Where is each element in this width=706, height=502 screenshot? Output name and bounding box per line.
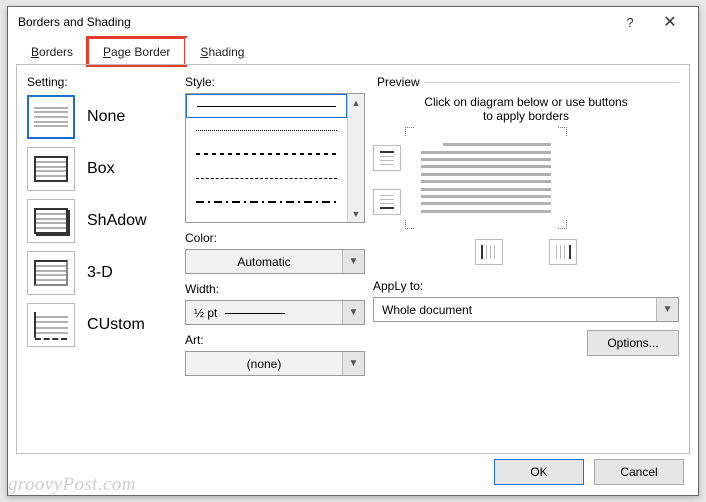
help-button[interactable]: ? xyxy=(610,7,650,37)
setting-custom-label: CUstom xyxy=(87,316,145,334)
width-label: Width: xyxy=(185,282,365,296)
chevron-down-icon: ▼ xyxy=(342,250,364,273)
art-dropdown[interactable]: (none) ▼ xyxy=(185,351,365,376)
preview-diagram-area xyxy=(373,133,679,223)
setting-shadow-label: ShAdow xyxy=(87,212,147,230)
style-dashed-fine[interactable] xyxy=(186,142,347,166)
border-bottom-button[interactable] xyxy=(373,189,401,215)
color-dropdown[interactable]: Automatic ▼ xyxy=(185,249,365,274)
tab-page-border[interactable]: Page Borderdocument.currentScript.previo… xyxy=(88,38,185,65)
style-column: Style: ▲ ▼ Color: Automatic ▼ xyxy=(185,75,365,449)
titlebar: Borders and Shading ? ✕ xyxy=(8,7,698,37)
art-label: Art: xyxy=(185,333,365,347)
setting-custom[interactable]: CUstom xyxy=(27,303,177,347)
style-dashed[interactable] xyxy=(186,166,347,190)
apply-to-section: AppLy to: Whole document ▼ Options... xyxy=(373,279,679,322)
setting-none-icon xyxy=(27,95,75,139)
chevron-down-icon: ▼ xyxy=(342,352,364,375)
chevron-down-icon: ▼ xyxy=(656,298,678,321)
preview-legend: Preview xyxy=(373,75,424,89)
style-scrollbar[interactable]: ▲ ▼ xyxy=(347,94,364,222)
border-right-button[interactable] xyxy=(549,239,577,265)
dialog-body: Setting: None Box ShAdow 3-D xyxy=(16,64,690,454)
setting-3d[interactable]: 3-D xyxy=(27,251,177,295)
setting-3d-icon xyxy=(27,251,75,295)
setting-box-icon xyxy=(27,147,75,191)
preview-fieldset: Preview xyxy=(373,75,679,89)
color-label: Color: xyxy=(185,231,365,245)
tab-borders[interactable]: Bordersdocument.currentScript.previousEl… xyxy=(16,38,88,65)
apply-to-value: Whole document xyxy=(374,303,656,317)
apply-to-dropdown[interactable]: Whole document ▼ xyxy=(373,297,679,322)
width-value: ½ pt xyxy=(186,306,342,320)
preview-diagram[interactable] xyxy=(411,133,561,223)
width-dropdown[interactable]: ½ pt ▼ xyxy=(185,300,365,325)
dialog-title: Borders and Shading xyxy=(18,15,610,29)
scroll-down-icon[interactable]: ▼ xyxy=(348,205,364,222)
ok-button[interactable]: OK xyxy=(494,459,584,485)
close-button[interactable]: ✕ xyxy=(650,7,690,37)
border-top-button[interactable] xyxy=(373,145,401,171)
chevron-down-icon: ▼ xyxy=(342,301,364,324)
setting-none[interactable]: None xyxy=(27,95,177,139)
options-button[interactable]: Options... xyxy=(587,330,679,356)
tab-shading[interactable]: Shadingdocument.currentScript.previousEl… xyxy=(185,38,259,65)
borders-shading-dialog: Borders and Shading ? ✕ Bordersdocument.… xyxy=(7,6,699,496)
art-value: (none) xyxy=(186,357,342,371)
tab-strip: Bordersdocument.currentScript.previousEl… xyxy=(8,37,698,64)
width-preview-line xyxy=(225,313,285,314)
color-value: Automatic xyxy=(186,255,342,269)
style-solid[interactable] xyxy=(186,94,347,118)
dialog-footer: OK Cancel xyxy=(494,459,684,485)
preview-column: Preview Click on diagram below or use bu… xyxy=(373,75,679,449)
border-left-button[interactable] xyxy=(475,239,503,265)
style-label: Style: xyxy=(185,75,365,89)
setting-shadow[interactable]: ShAdow xyxy=(27,199,177,243)
setting-none-label: None xyxy=(87,108,125,126)
preview-hint: Click on diagram below or use buttons to… xyxy=(373,95,679,123)
setting-3d-label: 3-D xyxy=(87,264,113,282)
apply-to-label: AppLy to: xyxy=(373,279,679,293)
cancel-button[interactable]: Cancel xyxy=(594,459,684,485)
settings-column: Setting: None Box ShAdow 3-D xyxy=(27,75,177,449)
setting-custom-icon xyxy=(27,303,75,347)
style-dotted[interactable] xyxy=(186,118,347,142)
setting-shadow-icon xyxy=(27,199,75,243)
style-dashdot[interactable] xyxy=(186,190,347,214)
settings-label: Setting: xyxy=(27,75,177,89)
scroll-up-icon[interactable]: ▲ xyxy=(348,94,364,111)
style-listbox[interactable]: ▲ ▼ xyxy=(185,93,365,223)
setting-box[interactable]: Box xyxy=(27,147,177,191)
setting-box-label: Box xyxy=(87,160,115,178)
